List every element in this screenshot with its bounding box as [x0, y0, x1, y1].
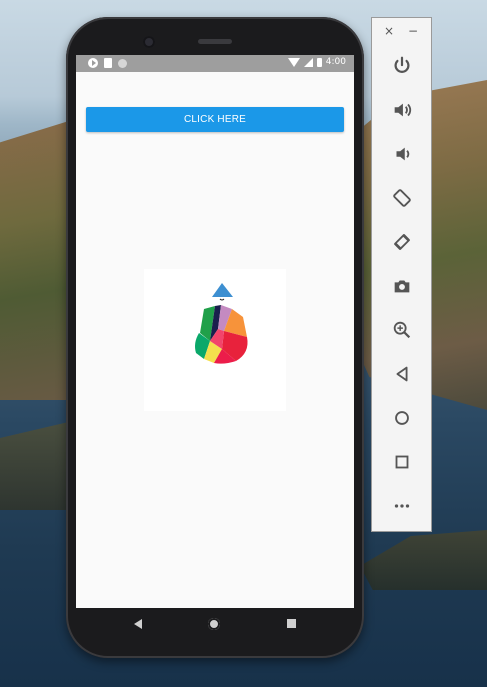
status-time: 4:00	[325, 57, 346, 67]
zoom-icon[interactable]	[389, 317, 415, 343]
more-icon[interactable]	[389, 493, 415, 519]
nav-recents-icon[interactable]	[287, 619, 296, 628]
abstract-figure-illustration	[195, 283, 248, 364]
volume-up-icon[interactable]	[389, 97, 415, 123]
android-nav-bar	[76, 608, 354, 642]
camera-icon[interactable]	[389, 273, 415, 299]
power-icon[interactable]	[389, 53, 415, 79]
overview-icon[interactable]	[389, 449, 415, 475]
click-here-button[interactable]: CLICK HERE	[86, 107, 344, 132]
emulator-toolbar: × −	[371, 17, 432, 532]
minimize-window-button[interactable]: −	[408, 25, 418, 37]
earpiece-speaker	[198, 39, 232, 44]
rotate-left-icon[interactable]	[389, 185, 415, 211]
artwork-image	[144, 269, 286, 411]
front-camera	[143, 36, 155, 48]
status-bar: 4:00	[76, 55, 354, 72]
volume-down-icon[interactable]	[389, 141, 415, 167]
home-icon[interactable]	[389, 405, 415, 431]
rocks-right	[360, 530, 487, 590]
rotate-right-icon[interactable]	[389, 229, 415, 255]
play-store-icon	[88, 58, 98, 68]
notification-dot-icon	[118, 58, 127, 68]
device-screen: 4:00 CLICK HERE	[76, 55, 354, 608]
close-window-button[interactable]: ×	[384, 25, 394, 37]
wifi-icon	[287, 57, 300, 67]
sd-card-icon	[104, 58, 112, 68]
nav-home-icon[interactable]	[208, 618, 220, 630]
battery-icon	[316, 57, 322, 67]
signal-icon	[303, 57, 313, 67]
back-icon[interactable]	[389, 361, 415, 387]
nav-back-icon[interactable]	[134, 619, 142, 629]
